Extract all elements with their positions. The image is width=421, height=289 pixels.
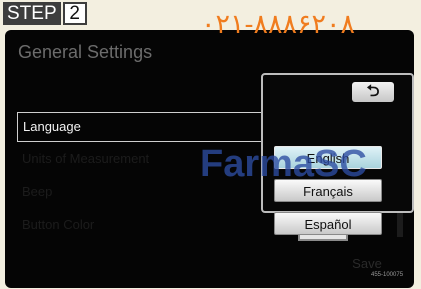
- page-title: General Settings: [18, 42, 153, 62]
- step-tag: STEP 2: [3, 2, 87, 25]
- step-word: STEP: [3, 2, 61, 25]
- language-option-espanol[interactable]: Español: [274, 212, 382, 235]
- setting-label-button-color: Button Color: [22, 217, 95, 232]
- scrollbar-handle[interactable]: [397, 213, 403, 237]
- setting-label-units: Units of Measurement: [22, 151, 150, 166]
- image-credit: 455-100075: [371, 272, 404, 278]
- back-button[interactable]: ⮌: [352, 82, 394, 102]
- watermark-brand: FarmaSC: [200, 143, 367, 185]
- return-arrow-icon: ⮌: [366, 83, 380, 100]
- watermark-phone: ۰۲۱-۸۸۸۶۲۰۸: [201, 9, 356, 39]
- step-number: 2: [62, 2, 87, 25]
- setting-label-language: Language: [23, 119, 81, 134]
- setting-label-beep: Beep: [22, 184, 53, 199]
